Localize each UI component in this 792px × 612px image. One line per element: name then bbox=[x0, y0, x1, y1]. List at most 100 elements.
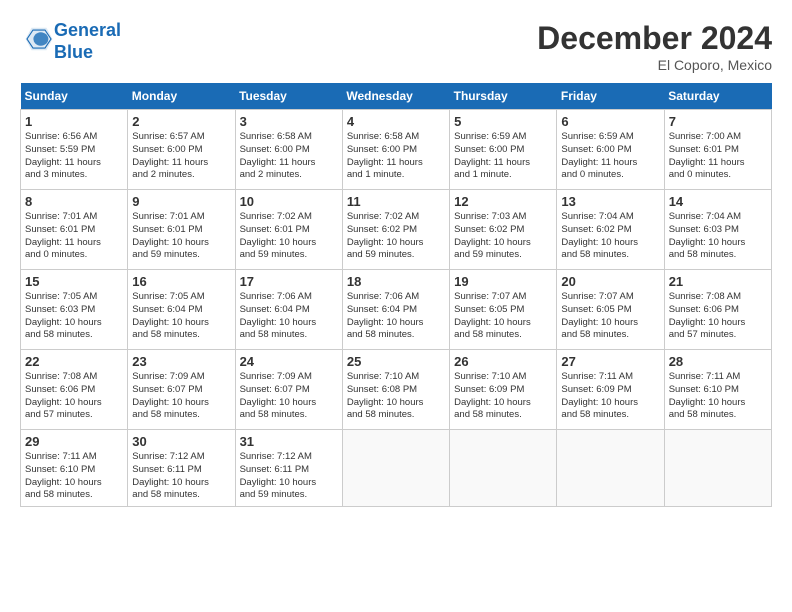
cell-sun-info: Sunrise: 7:04 AM Sunset: 6:02 PM Dayligh… bbox=[561, 211, 659, 262]
calendar-cell: 5Sunrise: 6:59 AM Sunset: 6:00 PM Daylig… bbox=[450, 110, 557, 190]
calendar-cell: 10 Sunrise: 7:02 AM Sunset: 6:01 PM Dayli… bbox=[235, 190, 342, 270]
cell-sun-info: Sunrise: 7:06 AM Sunset: 6:04 PM Dayligh… bbox=[347, 291, 445, 342]
calendar-week-row: 1 Sunrise: 6:56 AM Sunset: 5:59 PM Daylig… bbox=[21, 110, 772, 190]
calendar-cell: 6Sunrise: 6:59 AM Sunset: 6:00 PM Daylig… bbox=[557, 110, 664, 190]
day-number: 3 bbox=[240, 114, 338, 129]
cell-sun-info: Sunrise: 7:01 AM Sunset: 6:01 PM Dayligh… bbox=[132, 211, 230, 262]
calendar-cell: 25 Sunrise: 7:10 AM Sunset: 6:08 PM Dayli… bbox=[342, 350, 449, 430]
calendar-cell: 15 Sunrise: 7:05 AM Sunset: 6:03 PM Dayli… bbox=[21, 270, 128, 350]
cell-sun-info: Sunrise: 7:03 AM Sunset: 6:02 PM Dayligh… bbox=[454, 211, 552, 262]
weekday-header: Tuesday bbox=[235, 83, 342, 110]
day-number: 2 bbox=[132, 114, 230, 129]
location: El Coporo, Mexico bbox=[537, 57, 772, 73]
cell-sun-info: Sunrise: 7:07 AM Sunset: 6:05 PM Dayligh… bbox=[454, 291, 552, 342]
calendar-cell: 31 Sunrise: 7:12 AM Sunset: 6:11 PM Dayli… bbox=[235, 430, 342, 507]
cell-sun-info: Sunrise: 6:58 AM Sunset: 6:00 PM Dayligh… bbox=[240, 131, 338, 182]
page-header: General Blue December 2024 El Coporo, Me… bbox=[20, 20, 772, 73]
cell-sun-info: Sunrise: 6:56 AM Sunset: 5:59 PM Dayligh… bbox=[25, 131, 123, 182]
cell-sun-info: Sunrise: 6:57 AM Sunset: 6:00 PM Dayligh… bbox=[132, 131, 230, 182]
weekday-header: Friday bbox=[557, 83, 664, 110]
calendar-cell: 18 Sunrise: 7:06 AM Sunset: 6:04 PM Dayli… bbox=[342, 270, 449, 350]
weekday-header: Wednesday bbox=[342, 83, 449, 110]
day-number: 27 bbox=[561, 354, 659, 369]
calendar-cell: 3 Sunrise: 6:58 AM Sunset: 6:00 PM Daylig… bbox=[235, 110, 342, 190]
calendar-header: SundayMondayTuesdayWednesdayThursdayFrid… bbox=[21, 83, 772, 110]
day-number: 28 bbox=[669, 354, 767, 369]
cell-sun-info: Sunrise: 6:58 AM Sunset: 6:00 PM Dayligh… bbox=[347, 131, 445, 182]
calendar-table: SundayMondayTuesdayWednesdayThursdayFrid… bbox=[20, 83, 772, 507]
day-number: 10 bbox=[240, 194, 338, 209]
calendar-cell: 19Sunrise: 7:07 AM Sunset: 6:05 PM Dayli… bbox=[450, 270, 557, 350]
day-number: 12 bbox=[454, 194, 552, 209]
cell-sun-info: Sunrise: 7:02 AM Sunset: 6:01 PM Dayligh… bbox=[240, 211, 338, 262]
calendar-cell bbox=[450, 430, 557, 507]
cell-sun-info: Sunrise: 7:11 AM Sunset: 6:10 PM Dayligh… bbox=[25, 451, 123, 502]
day-number: 31 bbox=[240, 434, 338, 449]
header-row: SundayMondayTuesdayWednesdayThursdayFrid… bbox=[21, 83, 772, 110]
day-number: 24 bbox=[240, 354, 338, 369]
cell-sun-info: Sunrise: 6:59 AM Sunset: 6:00 PM Dayligh… bbox=[561, 131, 659, 182]
cell-sun-info: Sunrise: 6:59 AM Sunset: 6:00 PM Dayligh… bbox=[454, 131, 552, 182]
calendar-cell: 1 Sunrise: 6:56 AM Sunset: 5:59 PM Daylig… bbox=[21, 110, 128, 190]
cell-sun-info: Sunrise: 7:09 AM Sunset: 6:07 PM Dayligh… bbox=[240, 371, 338, 422]
calendar-week-row: 29 Sunrise: 7:11 AM Sunset: 6:10 PM Dayli… bbox=[21, 430, 772, 507]
calendar-cell: 9 Sunrise: 7:01 AM Sunset: 6:01 PM Daylig… bbox=[128, 190, 235, 270]
day-number: 18 bbox=[347, 274, 445, 289]
calendar-week-row: 8 Sunrise: 7:01 AM Sunset: 6:01 PM Daylig… bbox=[21, 190, 772, 270]
cell-sun-info: Sunrise: 7:07 AM Sunset: 6:05 PM Dayligh… bbox=[561, 291, 659, 342]
day-number: 23 bbox=[132, 354, 230, 369]
calendar-cell: 2 Sunrise: 6:57 AM Sunset: 6:00 PM Daylig… bbox=[128, 110, 235, 190]
day-number: 8 bbox=[25, 194, 123, 209]
day-number: 9 bbox=[132, 194, 230, 209]
logo-line1: General bbox=[54, 20, 121, 40]
calendar-cell: 13 Sunrise: 7:04 AM Sunset: 6:02 PM Dayli… bbox=[557, 190, 664, 270]
cell-sun-info: Sunrise: 7:09 AM Sunset: 6:07 PM Dayligh… bbox=[132, 371, 230, 422]
day-number: 22 bbox=[25, 354, 123, 369]
calendar-cell: 29 Sunrise: 7:11 AM Sunset: 6:10 PM Dayli… bbox=[21, 430, 128, 507]
day-number: 29 bbox=[25, 434, 123, 449]
weekday-header: Monday bbox=[128, 83, 235, 110]
cell-sun-info: Sunrise: 7:12 AM Sunset: 6:11 PM Dayligh… bbox=[240, 451, 338, 502]
cell-sun-info: Sunrise: 7:08 AM Sunset: 6:06 PM Dayligh… bbox=[25, 371, 123, 422]
day-number: 1 bbox=[25, 114, 123, 129]
calendar-cell: 16 Sunrise: 7:05 AM Sunset: 6:04 PM Dayli… bbox=[128, 270, 235, 350]
day-number: 30 bbox=[132, 434, 230, 449]
calendar-week-row: 22 Sunrise: 7:08 AM Sunset: 6:06 PM Dayli… bbox=[21, 350, 772, 430]
month-title: December 2024 bbox=[537, 20, 772, 57]
weekday-header: Thursday bbox=[450, 83, 557, 110]
calendar-cell: 22 Sunrise: 7:08 AM Sunset: 6:06 PM Dayli… bbox=[21, 350, 128, 430]
day-number: 11 bbox=[347, 194, 445, 209]
calendar-body: 1 Sunrise: 6:56 AM Sunset: 5:59 PM Daylig… bbox=[21, 110, 772, 507]
logo-icon bbox=[24, 24, 54, 54]
calendar-cell: 24 Sunrise: 7:09 AM Sunset: 6:07 PM Dayli… bbox=[235, 350, 342, 430]
day-number: 16 bbox=[132, 274, 230, 289]
weekday-header: Saturday bbox=[664, 83, 771, 110]
day-number: 26 bbox=[454, 354, 552, 369]
day-number: 21 bbox=[669, 274, 767, 289]
cell-sun-info: Sunrise: 7:12 AM Sunset: 6:11 PM Dayligh… bbox=[132, 451, 230, 502]
day-number: 15 bbox=[25, 274, 123, 289]
cell-sun-info: Sunrise: 7:04 AM Sunset: 6:03 PM Dayligh… bbox=[669, 211, 767, 262]
cell-sun-info: Sunrise: 7:05 AM Sunset: 6:03 PM Dayligh… bbox=[25, 291, 123, 342]
calendar-cell: 26 Sunrise: 7:10 AM Sunset: 6:09 PM Dayli… bbox=[450, 350, 557, 430]
logo: General Blue bbox=[20, 20, 121, 63]
calendar-cell: 27 Sunrise: 7:11 AM Sunset: 6:09 PM Dayli… bbox=[557, 350, 664, 430]
calendar-cell: 17 Sunrise: 7:06 AM Sunset: 6:04 PM Dayli… bbox=[235, 270, 342, 350]
calendar-cell: 30 Sunrise: 7:12 AM Sunset: 6:11 PM Dayli… bbox=[128, 430, 235, 507]
calendar-week-row: 15 Sunrise: 7:05 AM Sunset: 6:03 PM Dayli… bbox=[21, 270, 772, 350]
day-number: 17 bbox=[240, 274, 338, 289]
cell-sun-info: Sunrise: 7:10 AM Sunset: 6:09 PM Dayligh… bbox=[454, 371, 552, 422]
calendar-cell: 20Sunrise: 7:07 AM Sunset: 6:05 PM Dayli… bbox=[557, 270, 664, 350]
day-number: 7 bbox=[669, 114, 767, 129]
calendar-cell bbox=[342, 430, 449, 507]
calendar-cell: 14Sunrise: 7:04 AM Sunset: 6:03 PM Dayli… bbox=[664, 190, 771, 270]
cell-sun-info: Sunrise: 7:10 AM Sunset: 6:08 PM Dayligh… bbox=[347, 371, 445, 422]
cell-sun-info: Sunrise: 7:11 AM Sunset: 6:09 PM Dayligh… bbox=[561, 371, 659, 422]
day-number: 25 bbox=[347, 354, 445, 369]
calendar-cell: 11Sunrise: 7:02 AM Sunset: 6:02 PM Dayli… bbox=[342, 190, 449, 270]
cell-sun-info: Sunrise: 7:08 AM Sunset: 6:06 PM Dayligh… bbox=[669, 291, 767, 342]
day-number: 13 bbox=[561, 194, 659, 209]
cell-sun-info: Sunrise: 7:05 AM Sunset: 6:04 PM Dayligh… bbox=[132, 291, 230, 342]
cell-sun-info: Sunrise: 7:06 AM Sunset: 6:04 PM Dayligh… bbox=[240, 291, 338, 342]
day-number: 4 bbox=[347, 114, 445, 129]
